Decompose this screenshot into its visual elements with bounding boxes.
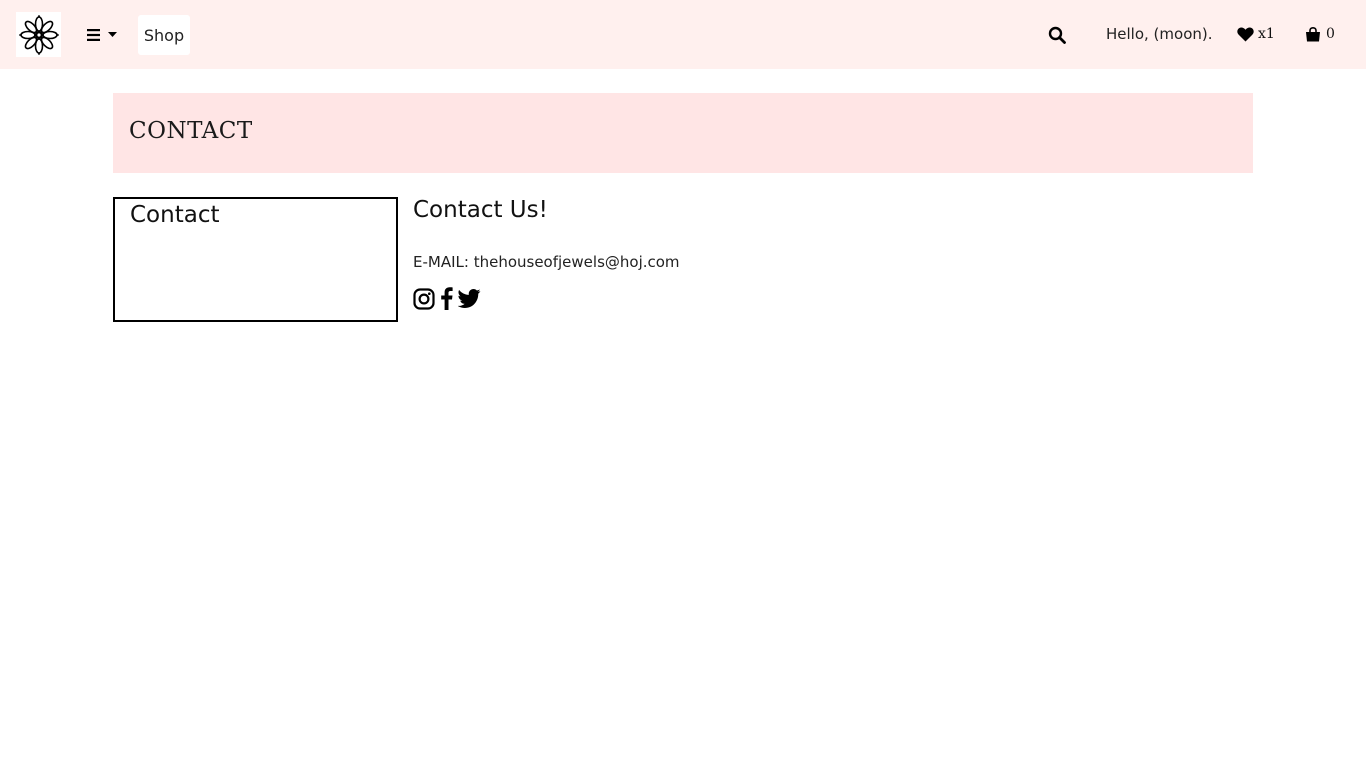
flower-logo-icon [18, 14, 59, 55]
email-text: E-MAIL: thehouseofjewels@hoj.com [413, 253, 680, 271]
menu-dropdown-toggle[interactable] [86, 24, 117, 46]
heart-icon [1237, 27, 1254, 41]
wishlist-link[interactable]: x1 [1237, 26, 1275, 42]
facebook-icon [441, 287, 453, 310]
search-icon [1048, 26, 1066, 44]
page-title: CONTACT [129, 118, 253, 144]
page-header: CONTACT [113, 93, 1253, 173]
contact-content: Contact Us! E-MAIL: thehouseofjewels@hoj… [413, 197, 1253, 310]
wishlist-count: x1 [1258, 26, 1275, 42]
cart-count: 0 [1326, 26, 1335, 42]
instagram-icon [413, 287, 435, 310]
user-greeting[interactable]: Hello, (moon). [1106, 25, 1213, 43]
hamburger-icon [87, 29, 100, 41]
cart-link[interactable]: 0 [1305, 26, 1335, 42]
shopping-bag-icon [1306, 26, 1320, 41]
facebook-link[interactable] [440, 287, 453, 310]
search-button[interactable] [1048, 26, 1066, 48]
logo[interactable] [16, 12, 61, 57]
twitter-icon [458, 289, 481, 308]
instagram-link[interactable] [413, 287, 435, 310]
twitter-link[interactable] [458, 289, 481, 308]
contact-heading: Contact Us! [413, 197, 548, 223]
shop-link[interactable]: Shop [138, 15, 190, 55]
sidebar-title: Contact [130, 202, 220, 228]
social-links [413, 287, 1253, 310]
navbar: Shop Hello, (moon). x1 0 [0, 0, 1366, 69]
sidebar-box: Contact [113, 197, 398, 322]
caret-down-icon [108, 32, 117, 37]
